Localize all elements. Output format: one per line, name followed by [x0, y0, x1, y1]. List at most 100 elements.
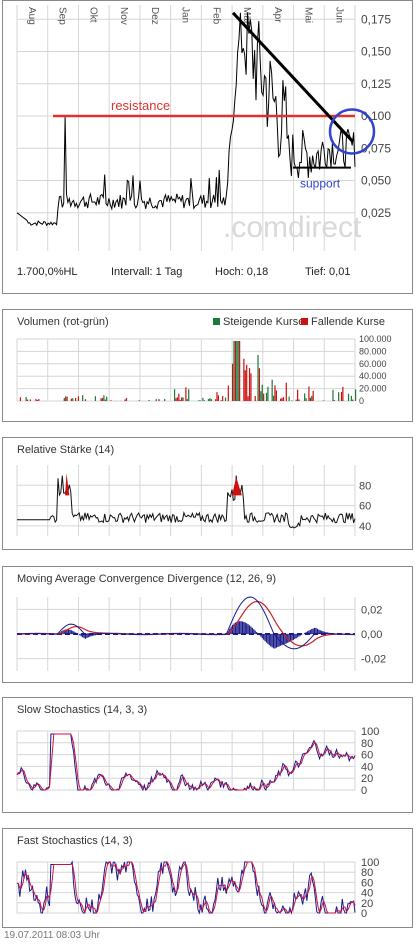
fast-stoch-k-line: [16, 860, 356, 915]
volume-bar: [308, 386, 310, 401]
volume-bar: [237, 341, 239, 401]
y-tick-label: 0: [361, 785, 367, 797]
macd-histogram-bar: [244, 622, 246, 634]
low-label: Tief: 0,01: [305, 266, 351, 278]
y-tick-label: 0,025: [361, 206, 391, 220]
fast-stoch-panel: Fast Stochastics (14, 3) 100 80 60 40 20 0: [2, 828, 413, 928]
volume-bar: [311, 395, 313, 401]
volume-bar: [100, 398, 102, 401]
macd-histogram-bar: [72, 630, 74, 634]
volume-bar: [26, 399, 29, 401]
y-tick-label: 20: [361, 773, 373, 785]
volume-bar: [84, 399, 87, 401]
volume-bar: [110, 400, 112, 401]
y-tick-label: 100: [361, 726, 379, 738]
macd-histogram-bar: [267, 634, 269, 644]
volume-chart: 100.000 80.000 60.000 40.000 20.000 0: [16, 334, 392, 406]
volume-bar: [70, 398, 72, 401]
macd-histogram-bar: [240, 621, 242, 634]
macd-histogram-bar: [82, 634, 84, 638]
volume-bar: [36, 400, 38, 401]
volume-bar: [332, 389, 334, 401]
volume-bar: [164, 398, 166, 401]
volume-bar: [282, 397, 285, 401]
volume-bar: [19, 397, 22, 401]
volume-bar: [103, 395, 105, 401]
volume-bar: [257, 354, 259, 401]
macd-histogram-bar: [305, 632, 307, 634]
macd-histogram-bar: [256, 632, 258, 634]
volume-bar: [267, 386, 269, 401]
y-tick-label: 20.000: [359, 384, 387, 394]
volume-bar: [173, 389, 176, 401]
instrument-label: 1.700,0%HL: [17, 266, 78, 278]
rsi-chart: 80 60 40: [16, 465, 371, 536]
watermark: .comdirect: [223, 211, 362, 244]
macd-histogram-bar: [89, 634, 91, 637]
macd-histogram-bar: [264, 634, 266, 642]
volume-bar: [350, 395, 352, 401]
month-label: Dez: [149, 7, 160, 25]
volume-bar: [66, 396, 68, 401]
volume-bar: [198, 400, 200, 401]
y-tick-label: 60.000: [359, 359, 387, 369]
y-tick-label: 80.000: [359, 346, 387, 356]
volume-bar: [222, 396, 224, 401]
volume-bar: [38, 399, 40, 401]
volume-bar: [280, 398, 282, 401]
volume-bar: [275, 390, 278, 401]
volume-bar: [285, 382, 287, 401]
volume-bar: [243, 358, 245, 401]
volume-bar: [271, 379, 273, 401]
volume-bar: [35, 398, 37, 401]
macd-histogram-bar: [241, 621, 244, 634]
y-tick-label: 100.000: [359, 334, 392, 344]
macd-histogram-bar: [74, 632, 77, 634]
macd-histogram-bar: [270, 634, 272, 647]
volume-bar: [227, 385, 229, 401]
macd-histogram-bar: [280, 634, 282, 646]
volume-bar: [181, 397, 183, 401]
volume-bar: [309, 397, 311, 401]
volume-bar: [125, 398, 128, 401]
macd-histogram-bar: [261, 634, 263, 639]
macd-histogram-bar: [69, 629, 71, 634]
macd-histogram-bar: [291, 634, 293, 641]
volume-bar: [246, 364, 248, 401]
volume-bar: [214, 399, 217, 401]
month-label: Jan: [180, 7, 191, 23]
volume-bar: [158, 399, 160, 401]
volume-bar: [250, 373, 252, 401]
support-label: support: [300, 177, 341, 191]
macd-histogram-bar: [247, 624, 249, 634]
volume-bar: [82, 395, 84, 401]
macd-histogram-bar: [294, 634, 296, 640]
volume-bar: [291, 400, 293, 401]
macd-histogram-bar: [304, 632, 306, 634]
macd-histogram-bar: [87, 634, 89, 638]
y-tick-label: 0,050: [361, 174, 391, 188]
macd-histogram-bar: [258, 634, 261, 636]
volume-bar: [210, 399, 212, 401]
price-line: [16, 12, 356, 227]
macd-histogram-bar: [93, 634, 95, 636]
macd-histogram-bar: [265, 634, 268, 643]
volume-bar: [104, 399, 106, 401]
macd-histogram-bar: [312, 628, 314, 634]
volume-bar: [182, 397, 184, 401]
volume-panel: Volumen (rot-grün) Steigende Kurse Falle…: [2, 309, 413, 422]
y-tick-label: 80: [359, 480, 371, 492]
macd-histogram-bar: [254, 630, 256, 634]
volume-bar: [274, 385, 276, 401]
y-tick-label: 0,00: [361, 629, 382, 641]
macd-histogram-bar: [306, 631, 309, 634]
volume-bar: [333, 400, 335, 401]
volume-bar: [179, 399, 181, 401]
y-tick-label: 60: [359, 501, 371, 513]
trend-line: [231, 11, 355, 143]
macd-signal-line: [17, 600, 356, 647]
volume-bar: [72, 398, 74, 401]
volume-bar: [175, 398, 177, 401]
volume-bar: [261, 384, 263, 401]
macd-histogram-bar: [277, 634, 279, 648]
